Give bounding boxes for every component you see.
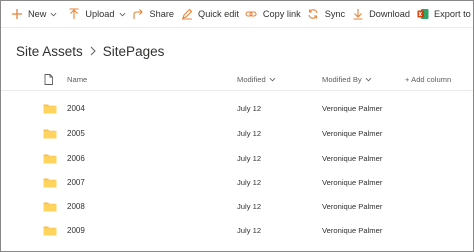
row-modified: July 12 <box>237 103 262 113</box>
file-type-icon <box>44 74 53 85</box>
list-header: Name Modified Modified By + Add column <box>1 68 473 91</box>
breadcrumb-current: SitePages <box>102 43 165 59</box>
row-modified: July 12 <box>237 128 262 138</box>
row-name[interactable]: 2007 <box>67 170 85 194</box>
breadcrumb-parent[interactable]: Site Assets <box>16 44 83 59</box>
row-name[interactable]: 2009 <box>67 218 85 242</box>
export-to-excel-button[interactable]: Export to Excel <box>413 1 474 28</box>
chevron-down-icon <box>365 76 372 83</box>
new-label: New <box>28 9 47 19</box>
modified-column-label: Modified <box>237 75 266 84</box>
modified-column-header[interactable]: Modified <box>237 68 276 91</box>
sync-icon <box>307 8 320 21</box>
add-column-label: + Add column <box>405 75 452 84</box>
chevron-down-icon <box>50 11 57 18</box>
row-modified: July 12 <box>237 201 262 211</box>
quick-edit-label: Quick edit <box>198 9 239 19</box>
row-modified: July 12 <box>237 177 262 187</box>
folder-icon <box>43 218 57 242</box>
folder-icon <box>43 146 57 170</box>
table-row[interactable]: 2007 July 12 Veronique Palmer <box>1 170 473 194</box>
folder-icon <box>43 121 57 145</box>
download-icon <box>351 8 364 21</box>
sync-label: Sync <box>324 9 346 19</box>
plus-icon <box>10 8 23 21</box>
copy-link-icon <box>245 8 258 21</box>
table-row[interactable]: 2009 July 12 Veronique Palmer <box>1 218 473 242</box>
export-label: Export to Excel <box>434 9 474 19</box>
row-modified-by[interactable]: Veronique Palmer <box>322 194 382 218</box>
row-modified: July 12 <box>237 225 262 235</box>
chevron-down-icon <box>269 76 276 83</box>
new-button[interactable]: New <box>7 1 60 28</box>
upload-button[interactable]: Upload <box>64 1 128 28</box>
share-button[interactable]: Share <box>129 1 178 28</box>
download-button[interactable]: Download <box>348 1 413 28</box>
folder-icon <box>43 170 57 194</box>
row-name[interactable]: 2004 <box>67 96 85 120</box>
row-modified-by[interactable]: Veronique Palmer <box>322 170 382 194</box>
row-modified-by[interactable]: Veronique Palmer <box>322 96 382 120</box>
chevron-down-icon <box>119 11 126 18</box>
download-label: Download <box>369 9 410 19</box>
share-icon <box>132 8 145 21</box>
folder-icon <box>43 96 57 120</box>
table-row[interactable]: 2008 July 12 Veronique Palmer <box>1 194 473 218</box>
folder-icon <box>43 194 57 218</box>
copy-link-button[interactable]: Copy link <box>242 1 304 28</box>
file-type-column-header[interactable] <box>44 68 56 91</box>
breadcrumb: Site Assets SitePages <box>16 41 164 61</box>
row-name[interactable]: 2005 <box>67 121 85 145</box>
add-column-button[interactable]: + Add column <box>405 68 451 91</box>
upload-label: Upload <box>85 9 115 19</box>
row-modified-by[interactable]: Veronique Palmer <box>322 218 382 242</box>
share-label: Share <box>149 9 175 19</box>
modified-by-column-label: Modified By <box>322 75 362 84</box>
row-modified: July 12 <box>237 153 262 163</box>
name-column-header[interactable]: Name <box>67 68 87 91</box>
table-row[interactable]: 2006 July 12 Veronique Palmer <box>1 146 473 170</box>
name-column-label: Name <box>67 75 88 84</box>
modified-by-column-header[interactable]: Modified By <box>322 68 372 91</box>
excel-icon <box>416 8 429 21</box>
upload-icon <box>67 8 80 21</box>
table-row[interactable]: 2005 July 12 Veronique Palmer <box>1 121 473 145</box>
row-modified-by[interactable]: Veronique Palmer <box>322 146 382 170</box>
command-bar: New Upload Share Quick edit Copy link Sy… <box>1 1 474 28</box>
copy-link-label: Copy link <box>262 9 301 19</box>
quick-edit-icon <box>180 8 193 21</box>
sync-button[interactable]: Sync <box>304 1 348 28</box>
quick-edit-button[interactable]: Quick edit <box>177 1 242 28</box>
row-name[interactable]: 2008 <box>67 194 85 218</box>
row-name[interactable]: 2006 <box>67 146 85 170</box>
table-row[interactable]: 2004 July 12 Veronique Palmer <box>1 96 473 120</box>
chevron-right-icon <box>89 46 97 56</box>
row-modified-by[interactable]: Veronique Palmer <box>322 121 382 145</box>
